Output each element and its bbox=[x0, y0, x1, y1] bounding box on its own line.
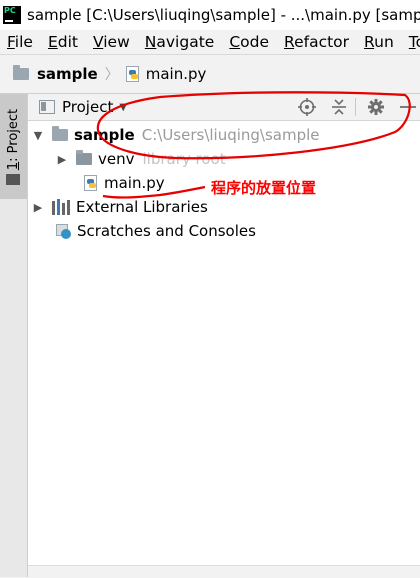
chevron-right-icon[interactable]: ▶ bbox=[32, 201, 44, 214]
project-tab-folder-icon bbox=[6, 174, 20, 185]
locate-file-button[interactable] bbox=[295, 94, 319, 120]
tree-label-venv: venv bbox=[98, 150, 135, 168]
project-panel: Project ▼ ▼ sample C:\Users\liuqing\samp… bbox=[28, 94, 420, 577]
library-icon bbox=[52, 199, 70, 215]
menu-code[interactable]: Code bbox=[222, 33, 277, 51]
scratches-icon bbox=[56, 223, 71, 239]
breadcrumb-separator-icon: 〉 bbox=[104, 67, 119, 83]
tree-row-external-libraries[interactable]: ▶ External Libraries bbox=[28, 195, 420, 219]
menu-view-mnemonic: V bbox=[92, 33, 104, 51]
toolbar-divider bbox=[355, 98, 356, 116]
menu-code-label: ode bbox=[240, 33, 270, 51]
settings-button[interactable] bbox=[364, 94, 388, 120]
tree-row-scratches[interactable]: Scratches and Consoles bbox=[28, 219, 420, 243]
tree-path-sample: C:\Users\liuqing\sample bbox=[141, 126, 320, 144]
window-title: sample [C:\Users\liuqing\sample] - ...\m… bbox=[27, 6, 420, 24]
chevron-right-icon[interactable]: ▶ bbox=[56, 153, 68, 166]
tree-label-external-libraries: External Libraries bbox=[76, 198, 208, 216]
minimize-icon bbox=[400, 106, 416, 108]
tree-label-main-py: main.py bbox=[104, 174, 165, 192]
menu-run-mnemonic: R bbox=[364, 33, 375, 51]
tab-project[interactable]: 1: Project bbox=[0, 94, 27, 199]
pycharm-logo-icon: PC bbox=[3, 6, 21, 24]
collapse-all-icon bbox=[332, 99, 346, 115]
menu-view[interactable]: View bbox=[86, 33, 138, 51]
menu-edit[interactable]: Edit bbox=[41, 33, 86, 51]
menu-navigate[interactable]: Navigate bbox=[138, 33, 223, 51]
breadcrumb-project[interactable]: sample bbox=[37, 65, 98, 83]
python-file-icon bbox=[125, 66, 140, 82]
collapse-all-button[interactable] bbox=[327, 94, 351, 120]
menu-tools[interactable]: Too bbox=[402, 33, 420, 51]
folder-icon bbox=[13, 65, 29, 80]
title-bar: PC sample [C:\Users\liuqing\sample] - ..… bbox=[0, 0, 420, 30]
chevron-down-icon[interactable]: ▼ bbox=[119, 102, 127, 113]
project-view-selector[interactable]: Project bbox=[62, 98, 113, 116]
menu-view-label: iew bbox=[103, 33, 130, 51]
hide-panel-button[interactable] bbox=[396, 94, 420, 120]
library-folder-icon bbox=[76, 150, 92, 165]
tab-project-label: 1: Project bbox=[6, 102, 21, 177]
annotation-text: 程序的放置位置 bbox=[211, 179, 317, 197]
menu-navigate-mnemonic: N bbox=[144, 33, 157, 51]
menu-refactor-label: efactor bbox=[294, 33, 350, 51]
project-panel-header: Project ▼ bbox=[28, 94, 420, 121]
gear-icon bbox=[368, 99, 384, 115]
menu-file[interactable]: File bbox=[0, 33, 41, 51]
breadcrumb: sample 〉 main.py bbox=[0, 55, 420, 94]
tab-project-text: : Project bbox=[6, 108, 21, 162]
tree-hint-library-root: library root bbox=[142, 150, 226, 168]
menu-run-label: un bbox=[374, 33, 394, 51]
tree-row-venv[interactable]: ▶ venv library root bbox=[28, 147, 420, 171]
menu-edit-label: dit bbox=[57, 33, 78, 51]
menu-edit-mnemonic: E bbox=[47, 33, 58, 51]
menu-refactor[interactable]: Refactor bbox=[277, 33, 357, 51]
tool-window-strip: 1: Project bbox=[0, 94, 28, 577]
menu-run[interactable]: Run bbox=[357, 33, 402, 51]
python-file-icon bbox=[84, 175, 98, 191]
menu-tools-label: oo bbox=[416, 33, 420, 51]
chevron-down-icon[interactable]: ▼ bbox=[32, 129, 44, 142]
menu-file-mnemonic: F bbox=[7, 33, 15, 51]
menu-navigate-label: avigate bbox=[156, 33, 215, 51]
breadcrumb-file[interactable]: main.py bbox=[146, 65, 207, 83]
tab-project-number: 1 bbox=[6, 161, 21, 171]
menu-code-mnemonic: C bbox=[229, 33, 241, 51]
crosshair-icon bbox=[298, 98, 316, 116]
tree-label-sample: sample bbox=[74, 126, 135, 144]
menu-file-label: ile bbox=[14, 33, 33, 51]
bottom-tool-strip bbox=[28, 565, 420, 578]
menu-tools-mnemonic: T bbox=[408, 33, 416, 51]
tree-row-sample[interactable]: ▼ sample C:\Users\liuqing\sample bbox=[28, 123, 420, 147]
folder-icon bbox=[52, 126, 68, 141]
menu-bar: File Edit View Navigate Code Refactor Ru… bbox=[0, 30, 420, 55]
project-view-icon bbox=[39, 100, 55, 114]
menu-refactor-mnemonic: R bbox=[284, 33, 295, 51]
tree-label-scratches: Scratches and Consoles bbox=[77, 222, 256, 240]
